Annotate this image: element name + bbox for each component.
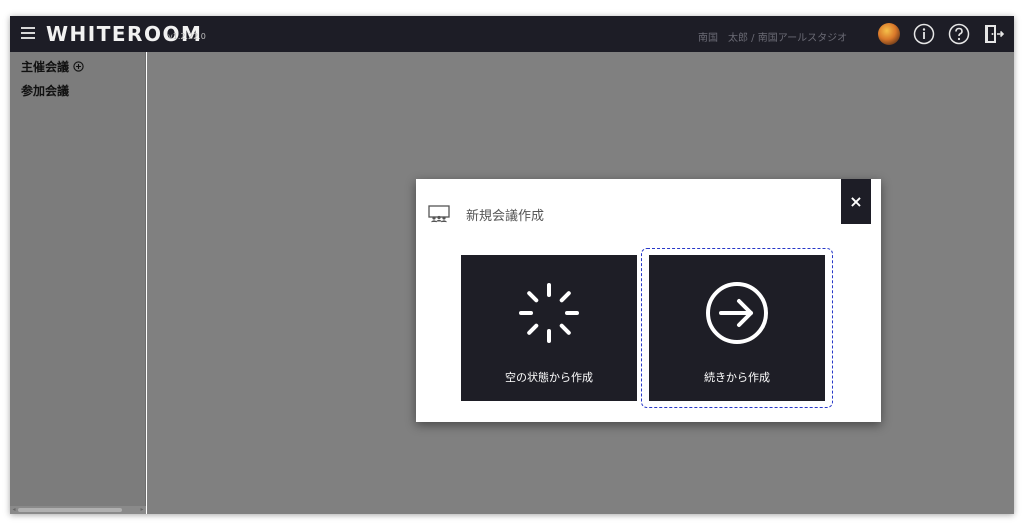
arrow-right-circle-icon — [706, 282, 768, 344]
help-icon[interactable] — [948, 23, 970, 45]
user-name: 南国 太郎 / 南国アールスタジオ — [698, 33, 848, 44]
top-bar: WHITEROOM v1.2.22.0 南国 太郎 / 南国アールスタジオ — [10, 16, 1014, 52]
close-button[interactable]: × — [841, 179, 871, 224]
sidebar-item-host-meetings[interactable]: 主催会議 — [21, 58, 84, 75]
sidebar-item-label: 主催会議 — [21, 60, 70, 74]
loading-spinner-icon — [519, 283, 579, 343]
info-icon[interactable] — [913, 23, 935, 45]
add-circle-icon[interactable] — [73, 61, 84, 72]
new-meeting-dialog: 新規会議作成 × 空の状態から作成 続きから作成 — [416, 179, 881, 422]
create-continue-label: 続きから作成 — [704, 371, 770, 384]
app-version: v1.2.22.0 — [168, 32, 206, 41]
main-area-overlay: 新規会議作成 × 空の状態から作成 続きから作成 — [147, 52, 1014, 514]
logout-icon[interactable] — [983, 23, 1005, 45]
sidebar-scrollbar[interactable]: ◂ ▸ — [10, 506, 146, 514]
sidebar: 主催会議 参加会議 ◂ ▸ — [10, 52, 146, 514]
scroll-right-icon[interactable]: ▸ — [138, 506, 146, 514]
avatar[interactable] — [878, 23, 900, 45]
meeting-room-icon — [428, 205, 450, 223]
create-empty-button[interactable]: 空の状態から作成 — [461, 255, 637, 401]
sidebar-item-join-meetings[interactable]: 参加会議 — [21, 82, 69, 99]
menu-icon[interactable] — [21, 27, 35, 39]
create-empty-label: 空の状態から作成 — [505, 371, 593, 384]
dialog-title: 新規会議作成 — [466, 209, 545, 224]
scroll-left-icon[interactable]: ◂ — [10, 506, 18, 514]
scrollbar-thumb[interactable] — [18, 508, 122, 512]
sidebar-item-label: 参加会議 — [21, 84, 70, 98]
app-window: WHITEROOM v1.2.22.0 南国 太郎 / 南国アールスタジオ 主催… — [10, 16, 1014, 514]
create-continue-button[interactable]: 続きから作成 — [649, 255, 825, 401]
